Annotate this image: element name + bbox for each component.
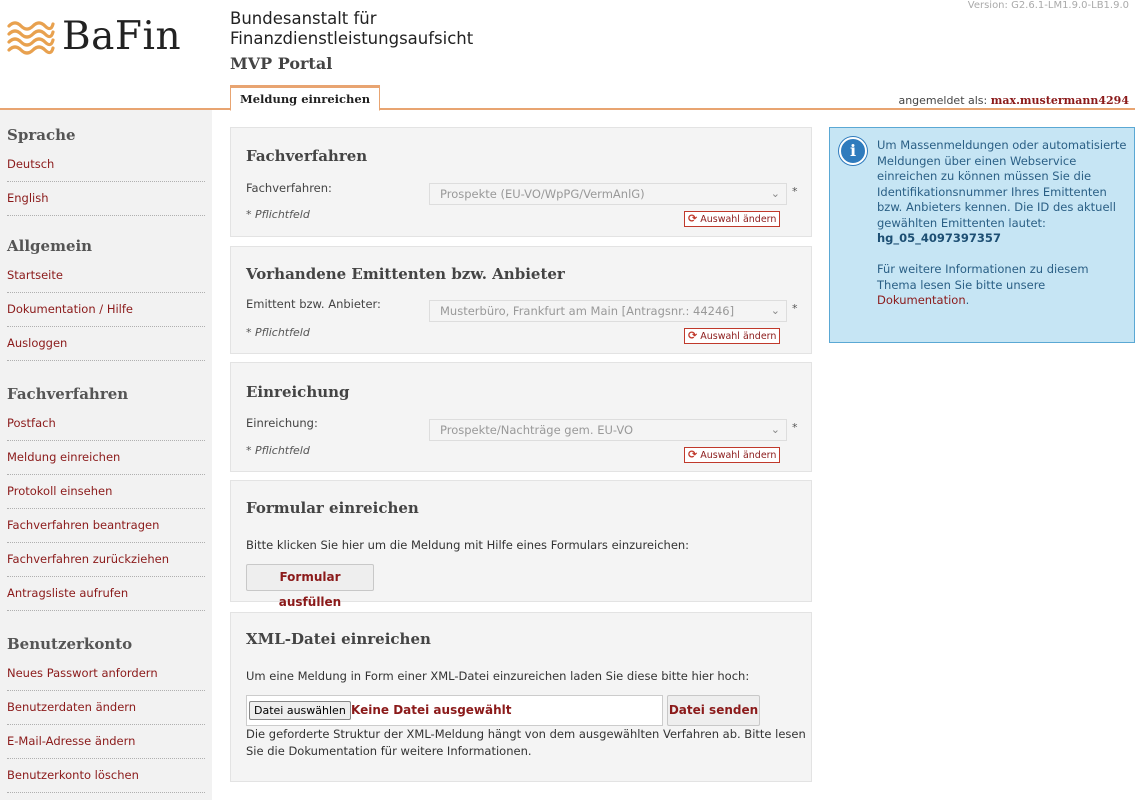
tab-meldung-einreichen[interactable]: Meldung einreichen [230,85,381,111]
chevron-down-icon: ⌄ [770,423,780,436]
sidebar-item-ausloggen[interactable]: Ausloggen [7,327,205,361]
logged-in-label: angemeldet als: [898,94,988,107]
send-file-button[interactable]: Datei senden [667,695,760,726]
logged-in-info: angemeldet als: max.mustermann4294 [898,94,1129,107]
file-input[interactable]: Datei auswählen Keine Datei ausgewählt [246,695,663,726]
change-label: Auswahl ändern [700,450,777,461]
info-line: bzw. Anbieters kennen. Die ID des aktuel… [877,200,1116,214]
xml-hint-line-2: Sie die Dokumentation für weitere Inform… [246,744,532,758]
portal-title: MVP Portal [230,54,333,73]
choose-file-button[interactable]: Datei auswählen [249,701,351,720]
emittent-id: hg_05_4097397357 [877,231,1001,245]
sidebar-item-konto-loeschen[interactable]: Benutzerkonto löschen [7,759,205,793]
info-line: Für weitere Informationen zu diesem [877,262,1089,276]
refresh-icon: ⟳ [688,329,698,342]
required-marker: * [792,421,798,434]
info-line: Identifikationsnummer Ihres Emittenten [877,184,1107,199]
org-line-1: Bundesanstalt für [230,9,377,28]
sidebar-item-antragsliste[interactable]: Antragsliste aufrufen [7,577,205,611]
fachverfahren-select[interactable]: Prospekte (EU-VO/WpPG/VermAnlG) ⌄ [429,183,787,205]
select-value: Prospekte (EU-VO/WpPG/VermAnlG) [440,187,645,201]
panel-formular: Formular einreichen Bitte klicken Sie hi… [230,480,812,609]
panel-einreichung: Einreichung Einreichung: Prospekte/Nacht… [230,362,812,472]
required-note: * Pflichtfeld [246,208,310,221]
emittent-select[interactable]: Musterbüro, Frankfurt am Main [Antragsnr… [429,300,787,322]
no-file-label: Keine Datei ausgewählt [351,703,512,717]
sidebar-heading-benutzerkonto: Benutzerkonto [7,635,133,653]
info-line: Thema lesen Sie bitte unsere [877,277,1046,292]
sidebar-heading-sprache: Sprache [7,126,76,144]
info-period: . [965,293,970,307]
sidebar-item-postfach[interactable]: Postfach [7,407,205,441]
formular-description: Bitte klicken Sie hier um die Meldung mi… [246,538,690,552]
change-label: Auswahl ändern [700,214,777,225]
xml-description: Um eine Meldung in Form einer XML-Datei … [246,669,750,683]
required-note: * Pflichtfeld [246,444,310,457]
organization-name: Bundesanstalt für Finanzdienstleistungsa… [230,9,473,49]
panel-emittent: Vorhandene Emittenten bzw. Anbieter Emit… [230,246,812,354]
documentation-link[interactable]: Dokumentation [877,293,966,307]
logo-text: BaFin [62,14,182,59]
formular-ausfuellen-button[interactable]: Formular ausfüllen [246,564,374,609]
field-label: Einreichung: [246,416,318,430]
chevron-down-icon: ⌄ [770,304,780,317]
sidebar-item-benutzerdaten-aendern[interactable]: Benutzerdaten ändern [7,691,205,725]
select-value: Prospekte/Nachträge gem. EU-VO [440,423,634,437]
info-box: i Um Massenmeldungen oder automatisierte… [829,127,1135,343]
info-line: Meldungen über einen Webservice [877,153,1077,168]
info-line: Um Massenmeldungen oder automatisierte [877,138,1127,152]
required-note: * Pflichtfeld [246,326,310,339]
version-label: Version: G2.6.1-LM1.9.0-LB1.9.0 [967,0,1129,11]
panel-title: Formular einreichen [246,499,419,517]
change-selection-button[interactable]: ⟳ Auswahl ändern [684,211,781,227]
change-selection-button[interactable]: ⟳ Auswahl ändern [684,447,781,463]
sidebar-item-meldung-einreichen[interactable]: Meldung einreichen [7,441,205,475]
sidebar-item-fachverfahren-beantragen[interactable]: Fachverfahren beantragen [7,509,205,543]
sidebar: Sprache Deutsch English Allgemein Starts… [0,110,212,800]
sidebar-item-fachverfahren-zurueckziehen[interactable]: Fachverfahren zurückziehen [7,543,205,577]
select-value: Musterbüro, Frankfurt am Main [Antragsnr… [440,304,735,318]
info-text: Um Massenmeldungen oder automatisierte M… [877,138,1127,309]
xml-hint: Die geforderte Struktur der XML-Meldung … [246,726,806,760]
panel-title: Einreichung [246,383,350,401]
info-line: gewählten Emittenten lautet: [877,215,1046,230]
panel-title: Vorhandene Emittenten bzw. Anbieter [246,265,565,283]
xml-hint-line-1: Die geforderte Struktur der XML-Meldung … [246,727,806,741]
waves-icon [7,20,55,55]
sidebar-heading-allgemein: Allgemein [7,237,93,255]
sidebar-item-neues-passwort[interactable]: Neues Passwort anfordern [7,657,205,691]
sidebar-heading-fachverfahren: Fachverfahren [7,385,129,403]
panel-fachverfahren: Fachverfahren Fachverfahren: Prospekte (… [230,127,812,237]
panel-xml: XML-Datei einreichen Um eine Meldung in … [230,612,812,782]
sidebar-item-dokumentation[interactable]: Dokumentation / Hilfe [7,293,205,327]
required-marker: * [792,185,798,198]
change-selection-button[interactable]: ⟳ Auswahl ändern [684,328,781,344]
field-label: Emittent bzw. Anbieter: [246,297,381,311]
sidebar-item-english[interactable]: English [7,182,205,216]
bafin-logo[interactable]: BaFin [6,14,181,59]
refresh-icon: ⟳ [688,448,698,461]
refresh-icon: ⟳ [688,212,698,225]
einreichung-select[interactable]: Prospekte/Nachträge gem. EU-VO ⌄ [429,419,787,441]
chevron-down-icon: ⌄ [770,187,780,200]
sidebar-item-email-aendern[interactable]: E-Mail-Adresse ändern [7,725,205,759]
change-label: Auswahl ändern [700,331,777,342]
panel-title: XML-Datei einreichen [246,630,431,648]
sidebar-item-deutsch[interactable]: Deutsch [7,148,205,182]
sidebar-item-startseite[interactable]: Startseite [7,259,205,293]
field-label: Fachverfahren: [246,181,332,195]
required-marker: * [792,302,798,315]
org-line-2: Finanzdienstleistungsaufsicht [230,29,474,48]
sidebar-item-protokoll-einsehen[interactable]: Protokoll einsehen [7,475,205,509]
info-icon: i [839,137,867,165]
username: max.mustermann4294 [990,94,1129,107]
panel-title: Fachverfahren [246,147,368,165]
info-line: einreichen zu können müssen Sie die [877,169,1092,183]
header: BaFin Bundesanstalt für Finanzdienstleis… [0,0,1135,111]
